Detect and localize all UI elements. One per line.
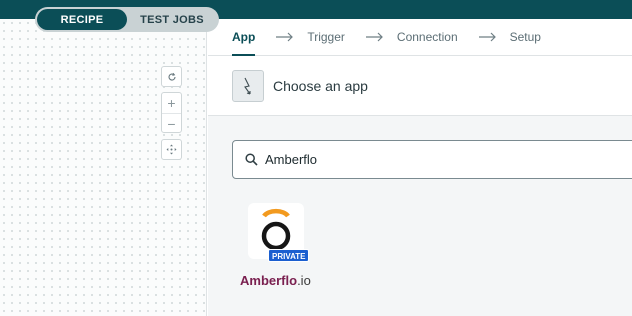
- app-name-ext: .io: [297, 273, 311, 288]
- step-trigger[interactable]: Trigger: [307, 30, 345, 44]
- app-search-box[interactable]: [232, 140, 632, 179]
- search-icon: [245, 153, 258, 166]
- mode-toggle: RECIPE TEST JOBS: [35, 7, 219, 32]
- arrow-right-icon: [365, 32, 383, 42]
- app-name-main: Amberflo: [240, 273, 298, 288]
- app-selection-panel: App Trigger Connection Setup Choose an a…: [208, 19, 632, 316]
- zoom-in-button[interactable]: +: [162, 93, 181, 113]
- lightning-icon: [244, 77, 251, 95]
- zoom-out-button[interactable]: −: [162, 113, 181, 133]
- reset-view-button[interactable]: [161, 66, 182, 87]
- step-connection[interactable]: Connection: [397, 30, 458, 44]
- app-name: Amberflo.io: [240, 273, 311, 288]
- search-input[interactable]: [265, 152, 565, 167]
- app-placeholder: [232, 69, 264, 102]
- fit-view-button[interactable]: [161, 139, 182, 160]
- zoom-controls: + −: [161, 92, 182, 133]
- reset-icon: [167, 72, 176, 81]
- arrow-right-icon: [276, 32, 294, 42]
- fit-view-icon: [166, 144, 177, 155]
- tab-recipe[interactable]: RECIPE: [37, 9, 127, 30]
- step-app[interactable]: App: [232, 30, 256, 56]
- tab-test-jobs[interactable]: TEST JOBS: [127, 9, 217, 30]
- wizard-steps: App Trigger Connection Setup: [208, 19, 632, 56]
- step-setup[interactable]: Setup: [510, 30, 541, 44]
- arrow-right-icon: [478, 32, 496, 42]
- app-header: Choose an app: [208, 56, 632, 116]
- app-header-text: Choose an app: [273, 77, 368, 94]
- private-badge: PRIVATE: [268, 249, 310, 262]
- recipe-canvas[interactable]: + −: [0, 19, 207, 316]
